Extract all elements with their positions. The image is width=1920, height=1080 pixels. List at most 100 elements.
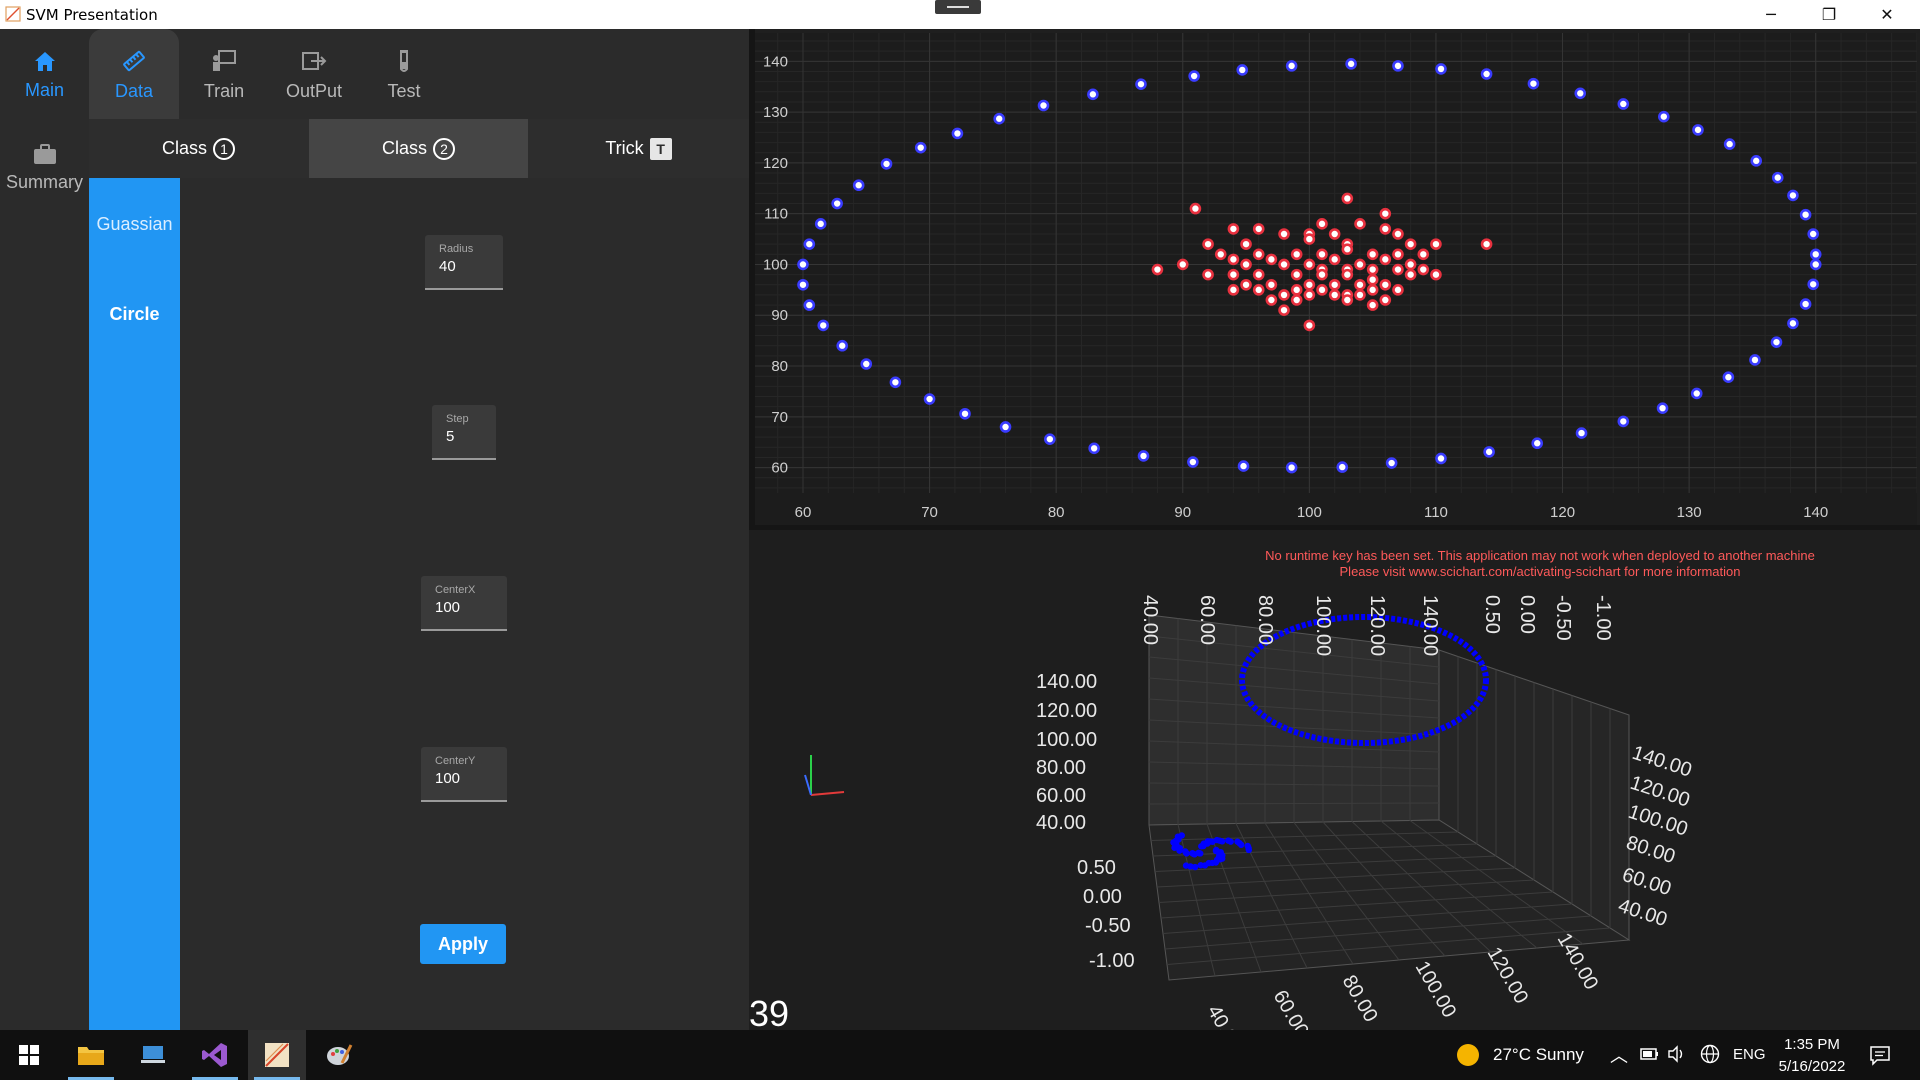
gaussian-class-point bbox=[1278, 228, 1290, 240]
gaussian-class-point bbox=[1341, 192, 1354, 205]
radius-label: Radius bbox=[439, 243, 474, 255]
step-value: 5 bbox=[446, 428, 455, 445]
cluster-point bbox=[1227, 838, 1234, 845]
gaussian-class-point bbox=[1392, 228, 1404, 240]
weather-text[interactable]: 27°C Sunny bbox=[1493, 1045, 1584, 1065]
taskbar-paint[interactable] bbox=[310, 1030, 368, 1080]
gaussian-class-point bbox=[1328, 228, 1341, 240]
tab-trick[interactable]: Trick T bbox=[529, 119, 748, 178]
scatter-chart-3d-canvas[interactable]: 40.00 60.00 80.00 100.00 120.00 140.00 0.50 0.0… bbox=[749, 530, 1920, 1056]
circle-class-point bbox=[1750, 155, 1763, 167]
top-axis-tick-label: 40.00 bbox=[1139, 595, 1161, 645]
tab-train-label: Train bbox=[203, 80, 245, 101]
notifications-icon[interactable] bbox=[1869, 1044, 1891, 1066]
system-clock[interactable]: 1:35 PM 5/16/2022 bbox=[1762, 1034, 1862, 1078]
gaussian-class-point bbox=[1278, 289, 1290, 301]
circle-class-point bbox=[1483, 446, 1495, 458]
tab-train[interactable]: Train bbox=[179, 29, 269, 119]
shape-item-circle[interactable]: Circle bbox=[89, 304, 180, 325]
title-bar: SVM Presentation ─ ❐ ✕ bbox=[0, 0, 1920, 29]
top-axis-tick-label: 0.00 bbox=[1516, 595, 1538, 634]
taskbar-visual-studio[interactable] bbox=[186, 1030, 244, 1080]
radius-field[interactable]: Radius 40 bbox=[425, 235, 503, 290]
restore-button[interactable]: ❐ bbox=[1800, 0, 1858, 29]
scatter-chart-2d-canvas[interactable]: 60 70 80 90 100 110 120 130 14060708090100110120… bbox=[755, 33, 1918, 525]
y-tick-label: 70 bbox=[771, 409, 788, 426]
left-axis-tick-label: 80.00 bbox=[1036, 757, 1086, 779]
gaussian-class-point bbox=[1227, 253, 1240, 266]
tab-test[interactable]: Test bbox=[359, 29, 449, 119]
gaussian-class-point bbox=[1341, 294, 1354, 306]
volume-icon[interactable] bbox=[1667, 1045, 1687, 1063]
circle-class-point bbox=[1392, 60, 1404, 72]
nav-main[interactable]: Main bbox=[0, 29, 89, 119]
left-axis-tick-label: 60.00 bbox=[1036, 785, 1086, 807]
bottom-axis-tick-label: 60.00 bbox=[1269, 987, 1313, 1031]
circle-class-point bbox=[914, 141, 927, 154]
fps-counter: 39 bbox=[749, 993, 790, 1034]
cluster-point bbox=[1182, 862, 1190, 869]
visual-studio-icon bbox=[202, 1043, 227, 1067]
circle-class-point bbox=[999, 421, 1012, 433]
y-tick-label: 120 bbox=[763, 155, 788, 172]
minimize-button[interactable]: ─ bbox=[1742, 0, 1800, 29]
gaussian-class-point bbox=[1240, 258, 1252, 271]
circle-class-point bbox=[959, 407, 971, 420]
tray-chevron-icon[interactable]: ︿ bbox=[1610, 1042, 1628, 1068]
circle-class-point bbox=[1285, 60, 1298, 72]
tab-class-1-label: Class bbox=[161, 138, 207, 158]
bottom-axis-tick-label: 80.00 bbox=[1338, 972, 1382, 1026]
close-button[interactable]: ✕ bbox=[1858, 0, 1916, 29]
start-button[interactable] bbox=[0, 1030, 58, 1080]
circle-class-point bbox=[993, 112, 1005, 125]
globe-icon[interactable] bbox=[1700, 1044, 1720, 1064]
bottom-axis-tick-label: 40.00 bbox=[1203, 1002, 1247, 1031]
paint-icon bbox=[327, 1044, 353, 1065]
class-tabs: Class 1 Class 2 Trick T bbox=[89, 119, 749, 178]
tab-class-2[interactable]: Class 2 bbox=[309, 119, 528, 178]
gaussian-class-point bbox=[1278, 304, 1290, 316]
gaussian-class-point bbox=[1379, 278, 1392, 291]
taskbar-svm-presentation[interactable] bbox=[248, 1030, 306, 1080]
gaussian-class-point bbox=[1202, 238, 1214, 250]
scatter-chart-3d[interactable]: 40.00 60.00 80.00 100.00 120.00 140.00 0.50 0.0… bbox=[749, 530, 1920, 1056]
bottom-axis-tick-label: 100.00 bbox=[1411, 958, 1461, 1022]
tab-output[interactable]: OutPut bbox=[269, 29, 359, 119]
gaussian-class-point bbox=[1290, 248, 1303, 261]
taskbar-remote-desktop[interactable] bbox=[124, 1030, 182, 1080]
circle-class-point bbox=[1087, 88, 1099, 101]
gaussian-class-point bbox=[1252, 248, 1265, 261]
gaussian-class-point bbox=[1404, 268, 1417, 281]
bottom-axis-tick-label: 120.00 bbox=[1483, 944, 1533, 1008]
left-axis-tick-label: -1.00 bbox=[1089, 950, 1135, 972]
cluster-point bbox=[1245, 846, 1253, 854]
drag-handle[interactable] bbox=[935, 0, 981, 14]
left-axis-tick-label: 0.00 bbox=[1083, 886, 1122, 908]
clock-date: 5/16/2022 bbox=[1778, 1058, 1846, 1075]
circle-class-point bbox=[1137, 450, 1150, 462]
cluster-point bbox=[1197, 862, 1204, 869]
tab-data[interactable]: Data bbox=[89, 29, 179, 119]
taskbar-file-explorer[interactable] bbox=[62, 1030, 120, 1080]
shape-item-guassian[interactable]: Guassian bbox=[89, 214, 180, 235]
gaussian-class-point bbox=[1316, 248, 1328, 261]
step-field[interactable]: Step 5 bbox=[432, 405, 496, 460]
apply-button[interactable]: Apply bbox=[420, 924, 506, 964]
scatter-chart-2d[interactable]: 60 70 80 90 100 110 120 130 140 60 70 80 90 100 110 120… bbox=[755, 33, 1918, 525]
nav-summary[interactable]: Summary bbox=[0, 121, 89, 211]
gaussian-class-point bbox=[1303, 319, 1316, 332]
circle-class-point bbox=[1237, 460, 1250, 472]
top-axis-tick-label: 100.00 bbox=[1312, 595, 1334, 656]
battery-icon[interactable] bbox=[1640, 1047, 1660, 1061]
gaussian-class-point bbox=[1303, 258, 1316, 271]
gaussian-class-point bbox=[1227, 223, 1240, 235]
gaussian-class-point bbox=[1227, 284, 1240, 296]
weather-sun-icon bbox=[1457, 1044, 1479, 1066]
windows-icon bbox=[19, 1045, 39, 1065]
circle-class-point bbox=[1187, 456, 1199, 468]
centerx-field[interactable]: CenterX 100 bbox=[421, 576, 507, 631]
tab-class-1[interactable]: Class 1 bbox=[89, 119, 308, 178]
language-indicator[interactable]: ENG bbox=[1733, 1046, 1766, 1063]
top-tabs: Data Train OutPut Test bbox=[89, 29, 749, 119]
centery-field[interactable]: CenterY 100 bbox=[421, 747, 507, 802]
